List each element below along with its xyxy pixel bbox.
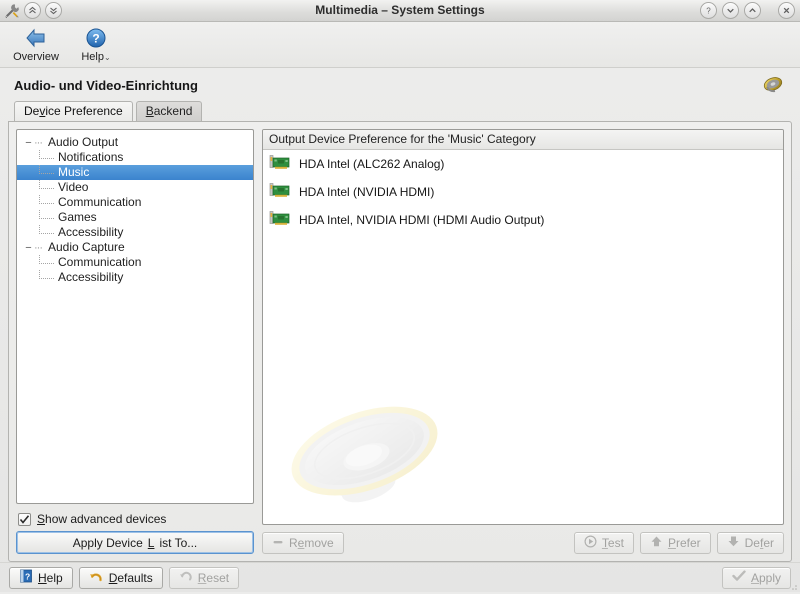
show-advanced-devices-row[interactable]: Show advanced devices: [18, 511, 254, 527]
tree-item-communication-capture[interactable]: Communication: [17, 255, 253, 270]
titlebar-right-buttons: ?: [700, 0, 795, 21]
footer-left-buttons: ? Help Defaults: [9, 567, 239, 589]
show-advanced-devices-checkbox[interactable]: [18, 513, 31, 526]
help-button[interactable]: ? Help: [9, 567, 73, 589]
play-icon: [584, 535, 597, 551]
down-arrow-icon: [727, 535, 740, 551]
titlebar-minimize-button[interactable]: [722, 2, 739, 19]
left-pane: −··· Audio Output Notifications Music Vi…: [16, 129, 254, 554]
prefer-button[interactable]: Prefer: [640, 532, 711, 554]
toolbar-help-label: Help⌄: [81, 51, 110, 63]
dialog-footer: ? Help Defaults: [0, 562, 800, 592]
show-advanced-devices-label: Show advanced devices: [37, 512, 166, 526]
remove-label: Remove: [289, 536, 334, 550]
tree-connector: [39, 270, 54, 279]
svg-text:?: ?: [92, 32, 99, 46]
tree-item-audio-capture[interactable]: −··· Audio Capture: [17, 240, 253, 255]
tree-item-games[interactable]: Games: [17, 210, 253, 225]
tree-connector: [39, 180, 54, 189]
tree-connector: [39, 150, 54, 159]
device-action-buttons: Remove Test Pre: [262, 532, 784, 554]
shade-up-button[interactable]: [24, 2, 41, 19]
tools-icon: [4, 3, 20, 19]
titlebar: Multimedia – System Settings ?: [0, 0, 800, 22]
help-book-icon: ?: [19, 569, 33, 586]
tree-connector: [39, 195, 54, 204]
check-icon: [732, 570, 746, 585]
defer-button[interactable]: Defer: [717, 532, 784, 554]
titlebar-close-button[interactable]: [778, 2, 795, 19]
tree-item-notifications[interactable]: Notifications: [17, 150, 253, 165]
tab-content-panel: −··· Audio Output Notifications Music Vi…: [8, 121, 792, 562]
minus-icon: [272, 536, 284, 551]
tree-connector: [39, 225, 54, 234]
device-list-row[interactable]: HDA Intel, NVIDIA HDMI (HDMI Audio Outpu…: [263, 206, 783, 234]
device-label: HDA Intel (ALC262 Analog): [299, 157, 444, 171]
tree-item-video[interactable]: Video: [17, 180, 253, 195]
sound-card-icon: [269, 182, 291, 203]
device-label: HDA Intel, NVIDIA HDMI (HDMI Audio Outpu…: [299, 213, 544, 227]
panes: −··· Audio Output Notifications Music Vi…: [16, 129, 784, 554]
toolbar-help-button[interactable]: ? Help⌄: [66, 24, 126, 63]
help-icon: ?: [85, 26, 107, 50]
expander-icon[interactable]: −: [23, 242, 34, 254]
apply-label: Apply: [751, 571, 781, 585]
tab-backend[interactable]: Backend: [136, 101, 203, 121]
device-list-row[interactable]: HDA Intel (NVIDIA HDMI): [263, 178, 783, 206]
chevron-down-icon: ⌄: [104, 53, 111, 62]
tree-item-music[interactable]: Music: [17, 165, 253, 180]
tree-connector: [39, 165, 54, 174]
toolbar-overview-button[interactable]: Overview: [6, 24, 66, 63]
sound-card-icon: [269, 210, 291, 231]
svg-text:?: ?: [25, 571, 30, 581]
loudspeaker-watermark-icon: [273, 390, 463, 522]
sound-card-icon: [269, 154, 291, 175]
category-tree[interactable]: −··· Audio Output Notifications Music Vi…: [16, 129, 254, 504]
tab-bar: Device Preference Backend: [0, 102, 800, 121]
apply-device-list-to-button[interactable]: Apply Device List To...: [16, 531, 254, 554]
device-label: HDA Intel (NVIDIA HDMI): [299, 185, 434, 199]
toolbar: Overview ? Help⌄: [0, 22, 800, 68]
page-title: Audio- und Video-Einrichtung: [14, 78, 198, 93]
apply-button[interactable]: Apply: [722, 567, 791, 589]
resize-grip[interactable]: [788, 580, 798, 590]
device-list-row[interactable]: HDA Intel (ALC262 Analog): [263, 150, 783, 178]
tree-connector: [39, 255, 54, 264]
window-title: Multimedia – System Settings: [0, 0, 800, 21]
tree-item-communication-output[interactable]: Communication: [17, 195, 253, 210]
right-pane: Output Device Preference for the 'Music'…: [262, 129, 784, 554]
tree-item-accessibility-output[interactable]: Accessibility: [17, 225, 253, 240]
titlebar-maximize-button[interactable]: [744, 2, 761, 19]
device-order-buttons: Test Prefer Defer: [574, 532, 784, 554]
reset-icon: [179, 570, 193, 586]
tree-item-accessibility-capture[interactable]: Accessibility: [17, 270, 253, 285]
svg-text:?: ?: [706, 6, 711, 15]
remove-button[interactable]: Remove: [262, 532, 344, 554]
device-list[interactable]: Output Device Preference for the 'Music'…: [262, 129, 784, 525]
tree-connector: [39, 210, 54, 219]
help-label: Help: [38, 571, 63, 585]
tab-device-preference[interactable]: Device Preference: [14, 101, 133, 121]
up-arrow-icon: [650, 535, 663, 551]
titlebar-help-button[interactable]: ?: [700, 2, 717, 19]
device-list-header: Output Device Preference for the 'Music'…: [263, 130, 783, 150]
toolbar-overview-label: Overview: [13, 51, 59, 63]
test-button[interactable]: Test: [574, 532, 634, 554]
reset-label: Reset: [198, 571, 229, 585]
page-header: Audio- und Video-Einrichtung: [0, 68, 800, 102]
back-arrow-icon: [24, 26, 48, 50]
undo-icon: [89, 570, 104, 586]
tree-item-audio-output[interactable]: −··· Audio Output: [17, 135, 253, 150]
expander-icon[interactable]: −: [23, 137, 34, 149]
defaults-button[interactable]: Defaults: [79, 567, 163, 589]
defer-label: Defer: [745, 536, 774, 550]
defaults-label: Defaults: [109, 571, 153, 585]
prefer-label: Prefer: [668, 536, 701, 550]
test-label: Test: [602, 536, 624, 550]
reset-button[interactable]: Reset: [169, 567, 239, 589]
shade-down-button[interactable]: [45, 2, 62, 19]
titlebar-left-buttons: [0, 2, 62, 19]
main-window: Multimedia – System Settings ?: [0, 0, 800, 592]
speaker-icon: [760, 73, 786, 98]
